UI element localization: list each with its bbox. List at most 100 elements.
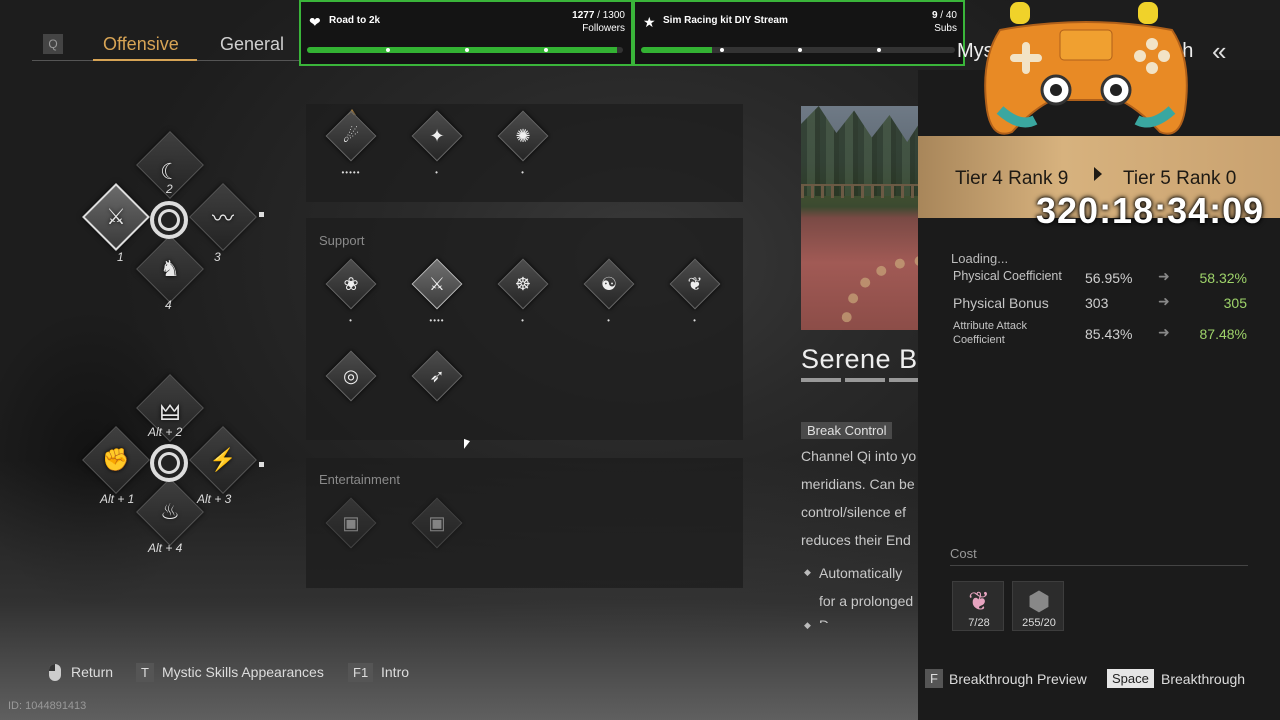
skill-level-pips: • [435, 168, 439, 177]
wheel-page-indicator [259, 212, 264, 217]
tier-arrow-icon [1094, 167, 1102, 181]
stat-name: Physical Coefficient [953, 269, 1062, 283]
intro-button[interactable]: Intro [381, 664, 409, 680]
sub-goal-widget: ★ Sim Racing kit DIY Stream 9 / 40 Subs [633, 0, 965, 66]
goal-unit: Subs [934, 23, 957, 34]
bullet-icon: ◆ [804, 620, 811, 630]
goal-marker [544, 48, 548, 52]
crane-skill-icon: ❦ [687, 273, 703, 294]
slot-number: Alt + 4 [148, 541, 183, 555]
slot-number: 4 [165, 298, 172, 312]
stat-current: 56.95% [1085, 270, 1133, 286]
leap-skill-icon: ♨ [160, 499, 180, 524]
stat-name: Physical Bonus [953, 295, 1049, 311]
ore-icon: ⬢ [1027, 585, 1051, 616]
appearances-button[interactable]: Mystic Skills Appearances [162, 664, 324, 680]
prev-tab-key[interactable]: Q [43, 34, 63, 54]
goal-unit: Followers [582, 23, 625, 34]
wave-skill-icon: 〰 [211, 206, 234, 231]
slash-skill-icon: ☄ [342, 125, 360, 146]
blade-skill-icon: ⚡ [209, 447, 237, 472]
goal-count: 9 / 40 Subs [931, 10, 957, 34]
skill-level-pips: • [349, 316, 353, 325]
goal-marker [876, 48, 881, 52]
goal-progress-bar [307, 47, 623, 53]
support-skill-panel: Support [306, 218, 743, 440]
star-icon: ★ [643, 14, 656, 30]
preview-fence [801, 184, 919, 198]
wheel-center-hub [150, 444, 188, 482]
tier-current: Tier 4 Rank 9 [955, 168, 1069, 189]
tab-offensive[interactable]: Offensive [103, 34, 179, 55]
meditate-skill-icon: ☸ [514, 273, 532, 294]
stat-name: Attribute Attack Coefficient [953, 320, 1027, 346]
goal-progress-fill [307, 47, 617, 53]
goal-title: Road to 2k [329, 15, 381, 26]
skill-description-line: meridians. Can be [801, 476, 915, 492]
tab-general[interactable]: General [220, 34, 284, 55]
mouse-cursor [464, 438, 470, 452]
skill-level-pips: •••• [429, 316, 445, 325]
feather-icon: ❦ [968, 585, 990, 616]
mouse-right-click-icon [49, 664, 61, 681]
goal-progress-fill [641, 47, 712, 53]
slot-number: Alt + 1 [100, 492, 135, 506]
wheel-page-indicator [259, 462, 264, 467]
goal-marker [386, 48, 390, 52]
bow-skill-icon: ➶ [429, 365, 445, 386]
cost-divider [950, 565, 1248, 566]
skill-level-pips: • [521, 316, 525, 325]
skill-level-pips: • [693, 316, 697, 325]
collapse-chevron-icon[interactable]: « [1212, 36, 1226, 67]
preview-trees [801, 106, 919, 196]
follower-goal-widget: ❤ Road to 2k 1277 / 1300 Followers [299, 0, 633, 66]
stat-next: 305 [1223, 295, 1247, 311]
panel-title: Support [319, 233, 365, 248]
slot-number: 2 [166, 182, 173, 196]
slot-number: Alt + 2 [148, 425, 183, 439]
skill-tag: Break Control [801, 422, 893, 439]
goal-title: Sim Racing kit DIY Stream [663, 15, 788, 26]
goal-target: 1300 [602, 10, 625, 21]
sword-skill-icon: ⚔ [106, 204, 126, 229]
slot-number: Alt + 3 [197, 492, 232, 506]
panel-title: Entertainment [319, 472, 400, 487]
lotus-skill-icon: ❀ [343, 273, 359, 294]
item-quantity: 7/28 [968, 617, 990, 629]
skill-level-pips: • [607, 316, 611, 325]
cost-label: Cost [950, 546, 977, 561]
dash-skill-icon: ♞ [160, 256, 180, 281]
user-id: ID: 1044891413 [8, 700, 87, 712]
skill-level-bars [801, 378, 919, 382]
skill-bullet-text: Automatically [819, 565, 903, 581]
goal-marker [798, 48, 802, 52]
stat-next: 87.48% [1199, 326, 1247, 342]
preview-key: F [925, 669, 943, 688]
intro-key: F1 [348, 663, 374, 682]
strike-skill-icon: ✦ [429, 125, 445, 146]
breakthrough-preview-button[interactable]: Breakthrough Preview [949, 671, 1087, 687]
breakthrough-button[interactable]: Breakthrough [1161, 671, 1245, 687]
cost-item[interactable]: ⬢ 255/20 [1012, 581, 1064, 631]
skill-bullet-text: for a prolonged [819, 593, 914, 609]
bullet-icon: ◆ [804, 567, 811, 577]
stream-timer: 320:18:34:09 [1036, 190, 1265, 231]
cost-item[interactable]: ❦ 7/28 [952, 581, 1004, 631]
martial-skill-icon: ✺ [515, 125, 531, 146]
goal-marker [719, 48, 724, 52]
chest-skill-icon: ▣ [428, 512, 446, 533]
goal-current: 1277 [572, 10, 595, 21]
goal-marker [465, 48, 469, 52]
slot-number: 1 [117, 250, 124, 264]
chest-skill-icon: ▣ [342, 512, 360, 533]
skill-level-pips: ••••• [341, 168, 361, 177]
preview-floor-pattern [841, 256, 919, 330]
heart-icon: ❤ [309, 14, 321, 30]
appearances-key: T [136, 663, 154, 682]
skill-preview-image [801, 106, 919, 330]
return-button[interactable]: Return [71, 664, 113, 680]
item-quantity: 255/20 [1022, 617, 1056, 629]
loading-text: Loading... [951, 251, 1009, 266]
yin-yang-skill-icon: ☯ [600, 273, 618, 294]
goal-count: 1277 / 1300 Followers [572, 10, 625, 34]
